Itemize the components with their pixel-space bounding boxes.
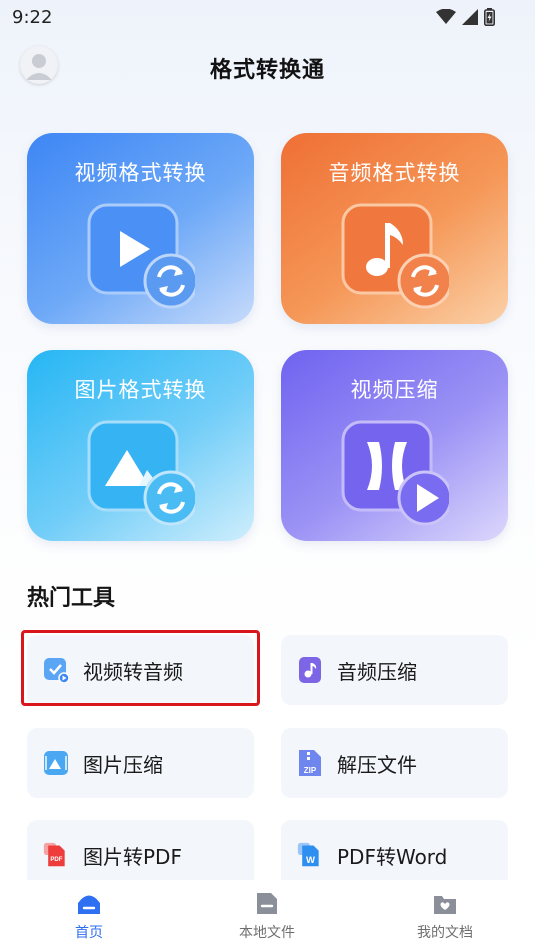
tool-label: 视频转音频 xyxy=(83,659,183,684)
zip-text: ZIP xyxy=(304,766,317,775)
bottom-nav: 首页 本地文件 我的文档 xyxy=(0,880,535,951)
audio-format-convert-card[interactable]: 音频格式转换 xyxy=(281,133,508,324)
image-icon xyxy=(87,420,195,526)
tool-label: PDF转Word xyxy=(337,844,448,869)
image-format-convert-card[interactable]: 图片格式转换 xyxy=(27,350,254,541)
nav-label: 首页 xyxy=(75,925,103,941)
card-title: 音频格式转换 xyxy=(328,161,461,185)
tool-audio-compress[interactable]: 音频压缩 xyxy=(281,635,508,705)
nav-label: 本地文件 xyxy=(239,925,295,941)
nav-my-docs[interactable]: 我的文档 xyxy=(385,890,505,942)
nav-home[interactable]: 首页 xyxy=(29,890,149,942)
tool-unzip-file[interactable]: ZIP 解压文件 xyxy=(281,728,508,798)
pdf-to-word-icon: W xyxy=(297,840,323,870)
wifi-icon xyxy=(436,9,456,24)
video-compress-card[interactable]: 视频压缩 xyxy=(281,350,508,541)
card-title: 视频格式转换 xyxy=(74,161,207,185)
my-docs-icon xyxy=(434,896,456,914)
image-compress-icon xyxy=(43,748,69,778)
battery-icon xyxy=(484,8,495,26)
tool-label: 图片转PDF xyxy=(83,844,182,869)
status-bar: 9:22 xyxy=(0,0,535,36)
page-title: 格式转换通 xyxy=(209,58,325,83)
nav-label: 我的文档 xyxy=(417,925,473,941)
word-text: W xyxy=(306,855,315,866)
audio-compress-icon xyxy=(297,655,323,685)
pdf-text: PDF xyxy=(50,857,62,863)
zip-file-icon: ZIP xyxy=(297,748,323,778)
tool-video-to-audio[interactable]: 视频转音频 xyxy=(27,635,254,705)
video-format-convert-card[interactable]: 视频格式转换 xyxy=(27,133,254,324)
hot-tools-title: 热门工具 xyxy=(27,586,116,611)
local-file-icon xyxy=(257,893,277,914)
music-note-icon xyxy=(341,203,449,309)
app-header: 格式转换通 xyxy=(0,40,535,96)
signal-icon xyxy=(462,9,478,25)
tool-label: 解压文件 xyxy=(337,752,417,777)
card-title: 视频压缩 xyxy=(350,378,439,402)
video-play-icon xyxy=(87,203,195,309)
tool-image-compress[interactable]: 图片压缩 xyxy=(27,728,254,798)
home-icon xyxy=(78,895,100,914)
video-to-audio-icon xyxy=(43,655,69,685)
compress-icon xyxy=(341,420,449,526)
tool-label: 音频压缩 xyxy=(337,659,417,684)
nav-local-files[interactable]: 本地文件 xyxy=(207,890,327,942)
status-icons xyxy=(436,8,495,26)
image-to-pdf-icon: PDF xyxy=(43,840,69,870)
card-title: 图片格式转换 xyxy=(74,378,207,402)
tool-label: 图片压缩 xyxy=(83,752,163,777)
status-time: 9:22 xyxy=(12,7,53,28)
